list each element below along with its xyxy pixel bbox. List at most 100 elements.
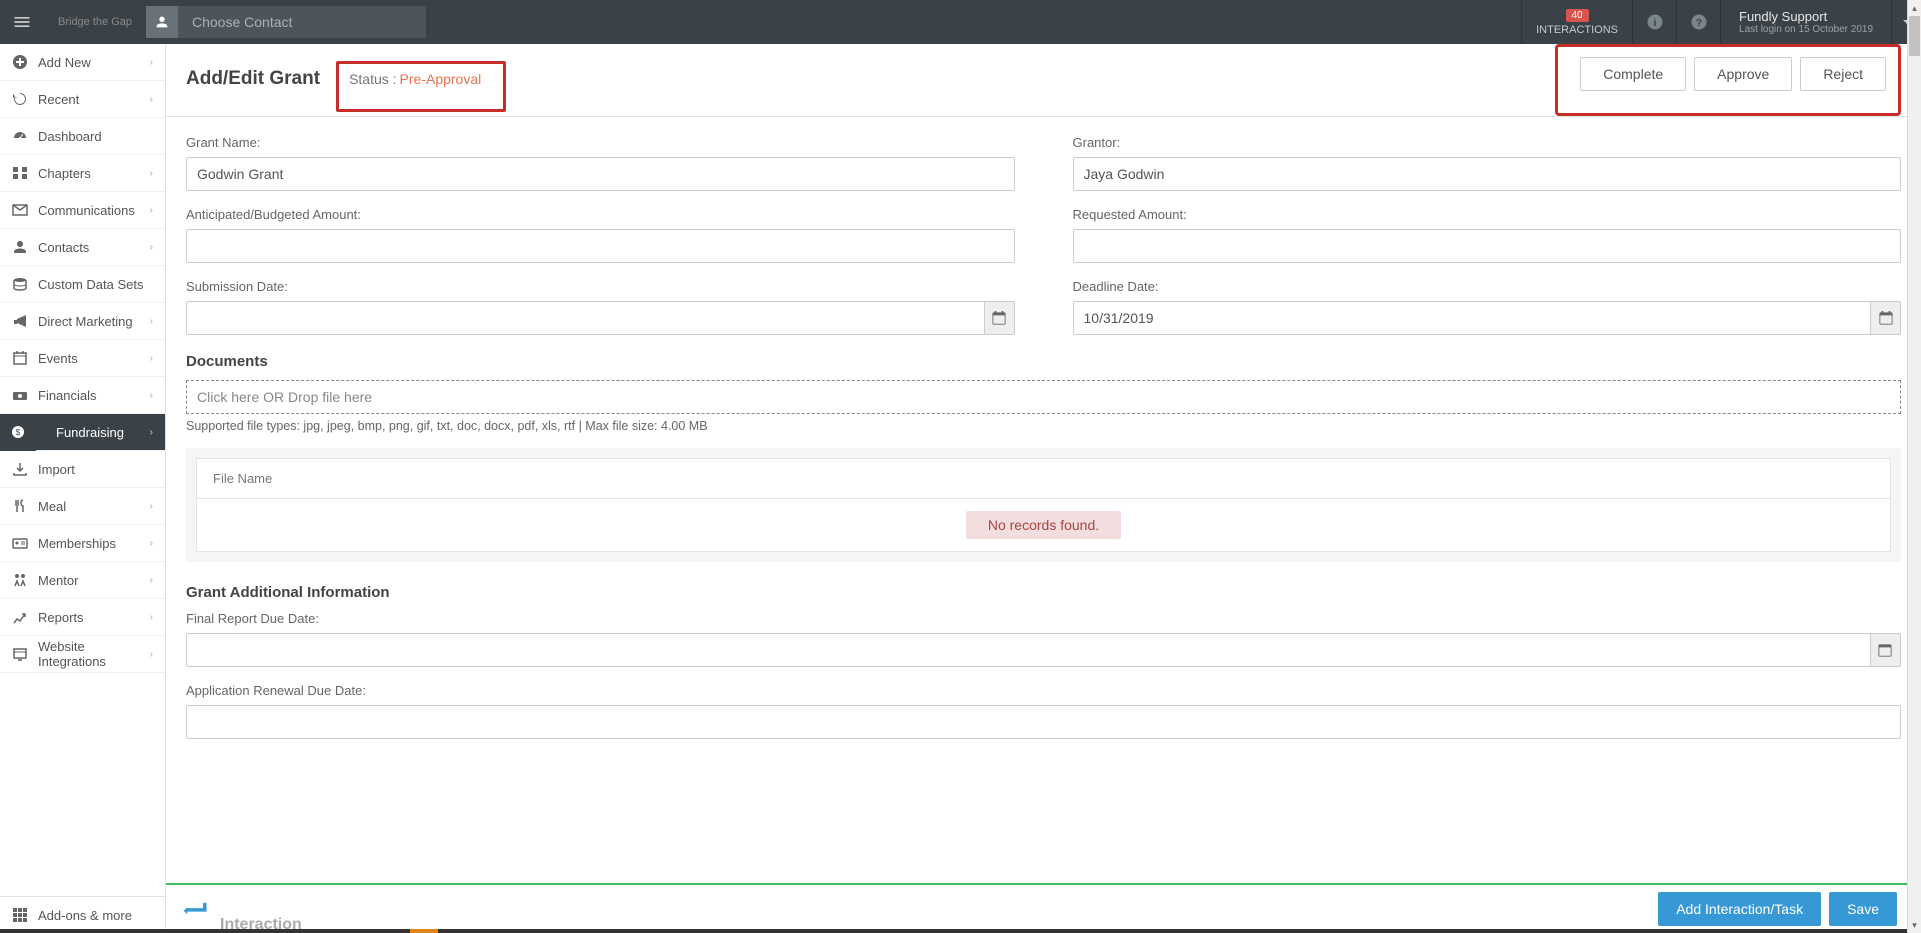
document-dropzone[interactable]: Click here OR Drop file here — [186, 380, 1901, 414]
sidebar-item-reports[interactable]: Reports› — [0, 599, 165, 636]
scroll-thumb[interactable] — [1909, 16, 1920, 56]
sidebar: Add New›Recent›DashboardChapters›Communi… — [0, 44, 166, 933]
sidebar-item-label: Add New — [38, 55, 140, 70]
browser-scrollbar[interactable]: ▴ ▾ — [1907, 0, 1921, 933]
final-report-date-picker-icon[interactable] — [1870, 633, 1901, 667]
last-login: Last login on 15 October 2019 — [1739, 24, 1873, 35]
approve-button[interactable]: Approve — [1694, 57, 1792, 91]
help-icon[interactable]: ? — [1676, 0, 1720, 44]
submission-date-input[interactable] — [186, 301, 984, 335]
renewal-label: Application Renewal Due Date: — [186, 683, 1901, 698]
import-icon — [12, 461, 28, 477]
chevron-right-icon: › — [150, 353, 153, 364]
additional-info-title: Grant Additional Information — [176, 582, 1911, 611]
bottom-bar: Interaction Add Interaction/Task Save — [166, 883, 1907, 933]
sidebar-item-meal[interactable]: Meal› — [0, 488, 165, 525]
renewal-input[interactable] — [186, 705, 1901, 739]
actions-box: Complete Approve Reject — [1555, 44, 1901, 116]
interactions-badge: 40 — [1566, 9, 1589, 22]
grantor-label: Grantor: — [1073, 135, 1902, 150]
chevron-right-icon: › — [150, 94, 153, 105]
sidebar-item-label: Website Integrations — [38, 639, 140, 669]
brand-name: Bridge the Gap — [44, 16, 146, 28]
supported-file-types: Supported file types: jpg, jpeg, bmp, pn… — [176, 414, 1911, 438]
sidebar-item-chapters[interactable]: Chapters› — [0, 155, 165, 192]
sidebar-item-contacts[interactable]: Contacts › — [0, 229, 165, 266]
anticipated-label: Anticipated/Budgeted Amount: — [186, 207, 1015, 222]
sidebar-item-label: Custom Data Sets — [38, 277, 153, 292]
custom-data-sets-icon — [12, 276, 28, 292]
reject-button[interactable]: Reject — [1800, 57, 1886, 91]
file-table: File Name No records found. — [186, 448, 1901, 562]
complete-button[interactable]: Complete — [1580, 57, 1686, 91]
hamburger-icon[interactable] — [0, 0, 44, 44]
final-report-input[interactable] — [186, 633, 1870, 667]
sidebar-item-label: Chapters — [38, 166, 140, 181]
submission-date-picker-icon[interactable] — [984, 301, 1015, 335]
sidebar-item-label: Financials — [38, 388, 140, 403]
sidebar-item-label: Mentor — [38, 573, 140, 588]
sidebar-item-addons[interactable]: Add-ons & more — [0, 896, 165, 933]
sidebar-item-memberships[interactable]: Memberships › — [0, 525, 165, 562]
sidebar-item-events[interactable]: Events › — [0, 340, 165, 377]
communications-icon — [12, 202, 28, 218]
contact-picker[interactable]: Choose Contact — [146, 6, 426, 38]
svg-text:?: ? — [1695, 17, 1701, 29]
back-icon[interactable] — [176, 889, 216, 929]
sidebar-item-label: Recent — [38, 92, 140, 107]
chevron-right-icon: › — [150, 538, 153, 549]
sidebar-item-mentor[interactable]: Mentor › — [0, 562, 165, 599]
chevron-right-icon: › — [150, 612, 153, 623]
mentor-icon — [12, 572, 28, 588]
requested-label: Requested Amount: — [1073, 207, 1902, 222]
grantor-input[interactable] — [1073, 157, 1902, 191]
status-value: Pre-Approval — [400, 71, 482, 87]
svg-text:i: i — [1653, 17, 1656, 29]
sidebar-item-fundraising[interactable]: $Fundraising› — [0, 414, 165, 451]
sidebar-item-communications[interactable]: Communications› — [0, 192, 165, 229]
scroll-up-icon[interactable]: ▴ — [1908, 0, 1921, 16]
sidebar-item-label: Communications — [38, 203, 140, 218]
sidebar-item-label: Events — [38, 351, 140, 366]
add-interaction-button[interactable]: Add Interaction/Task — [1658, 892, 1821, 926]
anticipated-input[interactable] — [186, 229, 1015, 263]
sidebar-item-import[interactable]: Import — [0, 451, 165, 488]
sidebar-item-dashboard[interactable]: Dashboard — [0, 118, 165, 155]
chevron-right-icon: › — [150, 649, 153, 660]
chevron-right-icon: › — [150, 242, 153, 253]
interactions-tile[interactable]: 40 INTERACTIONS — [1521, 0, 1632, 44]
documents-title: Documents — [176, 351, 1911, 380]
submission-date-label: Submission Date: — [186, 279, 1015, 294]
sidebar-item-label: Contacts — [38, 240, 140, 255]
sidebar-item-direct-marketing[interactable]: Direct Marketing› — [0, 303, 165, 340]
sidebar-item-label: Memberships — [38, 536, 140, 551]
save-button[interactable]: Save — [1829, 892, 1897, 926]
memberships-icon — [12, 535, 28, 551]
main-content: Add/Edit Grant Status : Pre-Approval Com… — [166, 44, 1921, 933]
sidebar-item-website-integrations[interactable]: Website Integrations › — [0, 636, 165, 673]
sidebar-item-add-new[interactable]: Add New› — [0, 44, 165, 81]
page-header: Add/Edit Grant Status : Pre-Approval Com… — [166, 44, 1921, 117]
add-new-icon — [12, 54, 28, 70]
sidebar-item-financials[interactable]: Financials› — [0, 377, 165, 414]
sidebar-item-recent[interactable]: Recent › — [0, 81, 165, 118]
contact-avatar-icon — [146, 6, 178, 38]
sidebar-item-label: Import — [38, 462, 153, 477]
contacts-icon — [12, 239, 28, 255]
user-tile[interactable]: Fundly Support Last login on 15 October … — [1720, 0, 1891, 44]
sidebar-item-custom-data-sets[interactable]: Custom Data Sets — [0, 266, 165, 303]
contact-placeholder: Choose Contact — [178, 14, 292, 30]
sidebar-item-label: Dashboard — [38, 129, 153, 144]
no-records-message: No records found. — [966, 511, 1121, 539]
deadline-date-picker-icon[interactable] — [1870, 301, 1901, 335]
grant-name-input[interactable] — [186, 157, 1015, 191]
events-icon — [12, 350, 28, 366]
file-table-header: File Name — [197, 459, 1890, 499]
info-icon[interactable]: i — [1632, 0, 1676, 44]
requested-input[interactable] — [1073, 229, 1902, 263]
fundraising-icon: $ — [0, 414, 36, 451]
scroll-down-icon[interactable]: ▾ — [1908, 917, 1921, 933]
chevron-right-icon: › — [150, 575, 153, 586]
deadline-date-input[interactable] — [1073, 301, 1871, 335]
user-name: Fundly Support — [1739, 9, 1827, 24]
